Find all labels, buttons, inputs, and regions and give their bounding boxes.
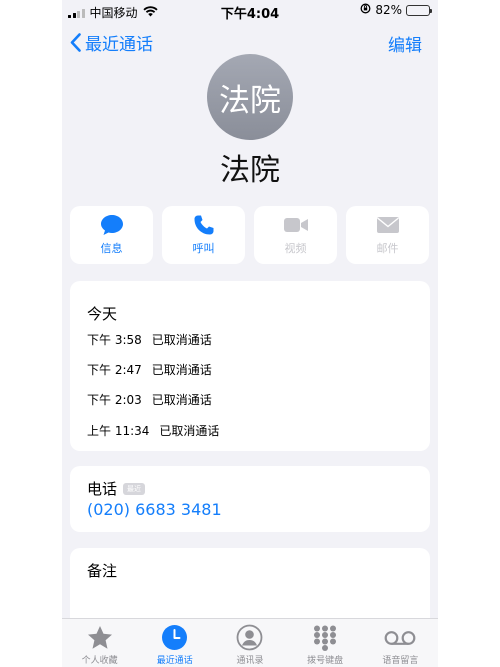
call-entry: 下午 3:58 已取消通话: [87, 331, 212, 348]
tab-label: 最近通话: [156, 656, 193, 666]
message-button[interactable]: 信息: [70, 206, 153, 264]
call-time: 下午 3:58: [87, 333, 142, 347]
video-label: 视频: [284, 242, 307, 255]
call-time: 上午 11:34: [87, 424, 150, 438]
phone-number-link[interactable]: (020) 6683 3481: [87, 500, 222, 519]
voicemail-icon: [384, 624, 416, 651]
mail-icon: [376, 214, 400, 236]
call-button[interactable]: 呼叫: [162, 206, 245, 264]
call-status: 已取消通话: [159, 424, 220, 438]
call-status: 已取消通话: [151, 393, 212, 407]
phone-label: 电话: [87, 480, 118, 498]
call-entry: 下午 2:47 已取消通话: [87, 361, 212, 378]
orientation-lock-icon: [360, 3, 371, 17]
back-label: 最近通话: [85, 35, 153, 55]
call-time: 下午 2:03: [87, 393, 142, 407]
tab-favorites[interactable]: 个人收藏: [65, 619, 135, 667]
call-entry: 上午 11:34 已取消通话: [87, 422, 219, 439]
tab-label: 拨号键盘: [307, 656, 344, 666]
tab-bar: 个人收藏 最近通话 通讯录 拨号键盘 语音留言: [62, 618, 438, 667]
tab-label: 通讯录: [236, 656, 264, 666]
chevron-left-icon: [70, 33, 81, 52]
battery-icon: [406, 4, 432, 16]
tab-voicemail[interactable]: 语音留言: [365, 619, 435, 667]
video-button[interactable]: 视频: [254, 206, 337, 264]
keypad-icon: [313, 624, 337, 651]
edit-button[interactable]: 编辑: [388, 31, 422, 56]
message-icon: [100, 214, 124, 236]
tab-recents[interactable]: 最近通话: [140, 619, 210, 667]
recents-day-heading: 今天: [87, 305, 118, 323]
contact-detail-screen: 中国移动 下午4:04 82% 最近通话 编辑 法院 法院 信息 呼叫 视频 邮…: [62, 0, 438, 667]
contact-name: 法院: [220, 153, 280, 188]
contacts-icon: [236, 624, 263, 651]
phone-card: 电话 最近 (020) 6683 3481: [70, 466, 430, 532]
call-status: 已取消通话: [151, 363, 212, 377]
tab-label: 语音留言: [382, 656, 419, 666]
action-buttons: 信息 呼叫 视频 邮件: [70, 206, 429, 264]
call-status: 已取消通话: [151, 333, 212, 347]
notes-label: 备注: [87, 562, 118, 580]
phone-icon: [193, 214, 215, 236]
tab-contacts[interactable]: 通讯录: [215, 619, 285, 667]
call-time: 下午 2:47: [87, 363, 142, 377]
back-button[interactable]: 最近通话: [70, 30, 153, 55]
video-icon: [283, 214, 309, 236]
star-icon: [87, 624, 113, 651]
status-bar: 中国移动 下午4:04 82%: [62, 0, 438, 22]
clock-icon: [161, 624, 188, 651]
tab-label: 个人收藏: [81, 656, 118, 666]
call-entry: 下午 2:03 已取消通话: [87, 391, 212, 408]
message-label: 信息: [100, 242, 123, 255]
battery-percent: 82%: [375, 3, 402, 17]
mail-label: 邮件: [376, 242, 399, 255]
avatar: 法院: [207, 54, 293, 140]
mail-button[interactable]: 邮件: [346, 206, 429, 264]
recent-badge: 最近: [123, 482, 146, 495]
recent-calls-card: 今天 下午 3:58 已取消通话 下午 2:47 已取消通话 下午 2:03 已…: [70, 281, 430, 451]
call-label: 呼叫: [192, 242, 215, 255]
tab-keypad[interactable]: 拨号键盘: [290, 619, 360, 667]
